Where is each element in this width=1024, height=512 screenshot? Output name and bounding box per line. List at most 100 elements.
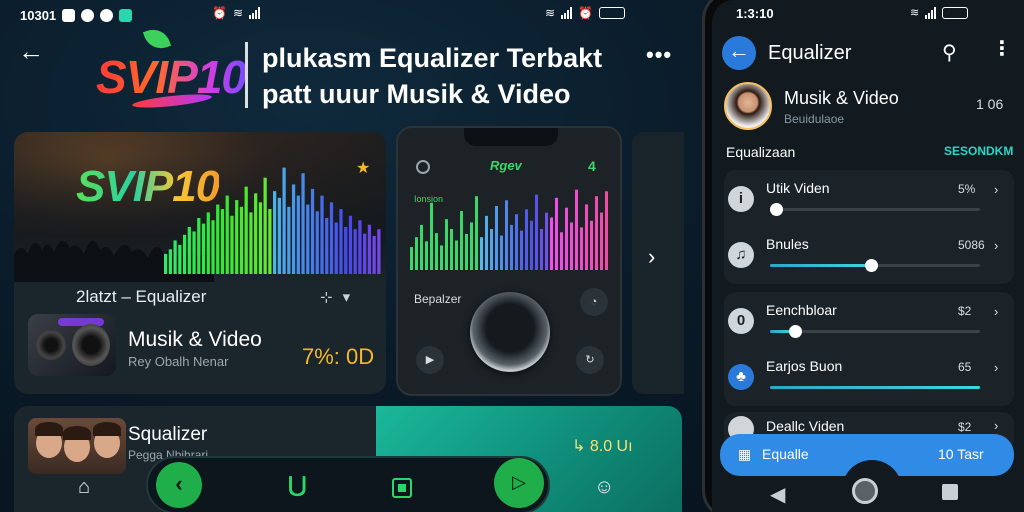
next-card-peek[interactable]: [632, 132, 684, 394]
more-options-icon[interactable]: ⋮: [992, 36, 1012, 61]
logo-leaf-icon: [142, 24, 172, 54]
slider-thumb[interactable]: [864, 259, 878, 272]
equalizer-bar: [344, 226, 348, 274]
equalizer-bar: [555, 197, 558, 270]
equalizer-bar: [273, 191, 277, 274]
refresh-icon[interactable]: ↻: [576, 346, 604, 374]
slider-value: $2: [958, 304, 972, 318]
slider-row[interactable]: ♣ Earjos Buon 65 ›: [724, 352, 1014, 406]
equalizer-bar: [530, 220, 533, 270]
equalizer-feature-card[interactable]: SVIP10 ★ 2latzt – Equalizer ⊹▾ Musik & V…: [14, 132, 386, 394]
more-options-icon[interactable]: •••: [646, 42, 672, 68]
now-playing-number: 1 06: [976, 96, 1004, 112]
speaker-cone-small: [36, 330, 66, 360]
equalizer-bar: [595, 196, 598, 270]
slider-thumb[interactable]: [789, 325, 803, 338]
app-title: plukasm Equalizer Terbakt patt uuur Musi…: [262, 40, 642, 112]
dropdown-icon[interactable]: ▾: [343, 289, 361, 306]
nav-recents-icon[interactable]: [942, 484, 958, 500]
timer-icon[interactable]: ◔: [580, 288, 608, 316]
previous-button[interactable]: ‹: [156, 462, 202, 508]
slider-thumb[interactable]: [770, 203, 784, 216]
slider-row[interactable]: i Utik Viden 5% ›: [724, 174, 1014, 228]
slider-track[interactable]: [770, 259, 980, 272]
equalizer-bar: [225, 195, 229, 274]
equalizer-bar: [480, 237, 483, 270]
signal-icon: [561, 7, 573, 19]
chevron-right-icon[interactable]: ›: [994, 360, 998, 375]
nav-home-icon[interactable]: [852, 478, 878, 504]
adjust-icon[interactable]: ⊹: [320, 289, 343, 306]
equalizer-bar: [197, 218, 201, 274]
chevron-right-icon[interactable]: ›: [648, 244, 655, 270]
nav-back-icon[interactable]: ◀: [770, 482, 785, 507]
bookmark-icon: ▦: [738, 446, 752, 462]
equalizer-bar: [339, 209, 343, 274]
chevron-right-icon[interactable]: ›: [994, 182, 998, 197]
equalizer-bar: [325, 218, 329, 274]
back-arrow-icon[interactable]: ←: [18, 38, 44, 66]
headphones-icon: ♫: [728, 242, 754, 268]
equalizer-bar: [216, 204, 220, 274]
slider-label: Earjos Buon: [766, 358, 843, 374]
phone-card-label: Bepalzer: [414, 292, 462, 306]
play-icon[interactable]: ▶: [416, 346, 444, 374]
hair: [35, 422, 63, 436]
equalizer-bar: [535, 194, 538, 270]
equalizer-bar: [590, 220, 593, 270]
chevron-right-icon[interactable]: ›: [994, 304, 998, 319]
search-icon[interactable]: ⚲: [942, 40, 957, 65]
equalizer-bar: [377, 229, 381, 274]
title-divider: [245, 42, 248, 108]
media-subtitle: Rey Obalh Nenar: [128, 354, 229, 369]
phone-preview-card[interactable]: Rgev 4 Ionsion Bepalzer ◔ ▶ ↻: [396, 126, 622, 396]
home-icon[interactable]: ⌂: [78, 476, 90, 499]
artist-thumbnail: [28, 418, 126, 474]
stop-icon[interactable]: [392, 478, 412, 498]
chevron-right-icon[interactable]: ›: [994, 238, 998, 253]
equalizer-bar: [291, 184, 296, 274]
equalizer-bar: [353, 229, 357, 274]
slider-track[interactable]: [770, 203, 980, 216]
equalizer-bar: [306, 204, 310, 274]
equalizer-bar: [268, 209, 272, 274]
equalizer-bar: [410, 247, 413, 270]
phone-card-title: Rgev: [490, 158, 522, 173]
slider-fill: [770, 264, 871, 267]
equalizer-bar: [367, 224, 372, 274]
slider-track[interactable]: [770, 325, 980, 338]
settings-icon[interactable]: [416, 160, 430, 174]
app-title-line-1: plukasm Equalizer Terbakt: [262, 43, 603, 73]
equalizer-bar: [182, 234, 187, 274]
back-button[interactable]: ←: [722, 36, 756, 70]
equalizer-app-icon[interactable]: ⋃: [288, 472, 307, 498]
volume-knob[interactable]: [470, 292, 550, 372]
equalizer-bar: [580, 227, 583, 270]
chevron-right-icon[interactable]: ›: [994, 418, 998, 433]
slider-row[interactable]: 0 Eenchbloar $2 ›: [724, 296, 1014, 350]
profile-icon[interactable]: ☺: [594, 476, 614, 499]
equalizer-bar: [430, 202, 433, 270]
now-playing-row[interactable]: Musik & Video Beuidulaoe 1 06: [712, 78, 1024, 138]
hair: [93, 422, 121, 436]
equalizer-bar: [545, 212, 548, 270]
equalizer-bars-graph: [164, 167, 381, 274]
equalizer-bar: [495, 206, 498, 270]
equalizer-controls[interactable]: ⊹▾: [320, 288, 360, 306]
equalizer-header: ← Equalizer ⚲ ⋮: [712, 30, 1024, 76]
slider-label: Deallc Viden: [766, 418, 845, 434]
slider-fill: [770, 386, 980, 389]
play-button[interactable]: ▷: [494, 458, 544, 508]
equalizer-bar: [320, 195, 324, 274]
slider-row[interactable]: ♫ Bnules 5086 ›: [724, 230, 1014, 284]
equalizer-bar: [372, 235, 376, 274]
equalizer-bar: [277, 197, 281, 274]
speaker-cone-large: [72, 324, 110, 366]
action-bar-label: Equalle: [762, 446, 809, 462]
equalizer-bar: [164, 253, 168, 274]
slider-group-1: i Utik Viden 5% › ♫ Bnules 5086 ›: [724, 170, 1014, 284]
section-tag[interactable]: SESONDKM: [944, 144, 1013, 158]
equalizer-bar: [235, 200, 239, 274]
slider-track[interactable]: [770, 386, 980, 389]
equalizer-bar: [465, 233, 468, 270]
